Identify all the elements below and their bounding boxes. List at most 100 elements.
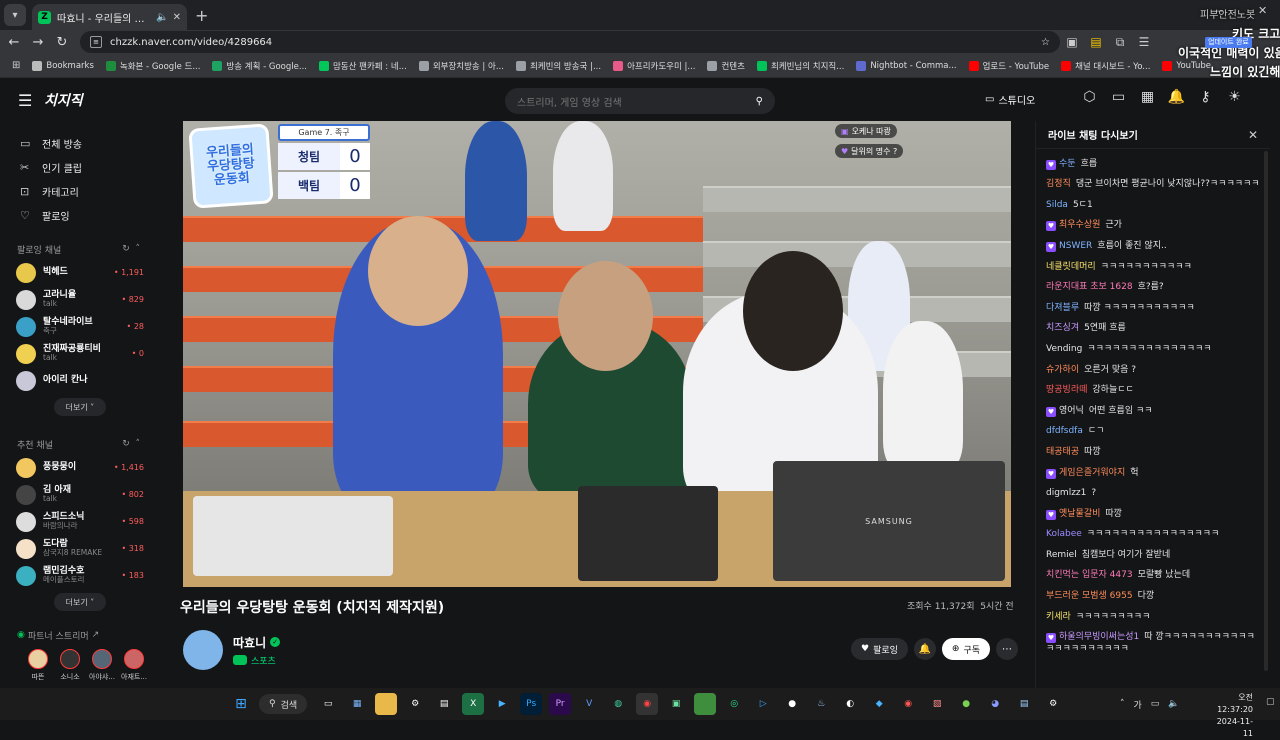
notification-center-icon[interactable]: ▢ [1266,697,1275,707]
partner-streamer[interactable]: 아재트... [118,649,150,682]
apps-grid-icon[interactable]: ⊞ [12,60,20,71]
sidebar-channel-item[interactable]: 램민김수호 메이플스토리 • 183 [0,562,160,589]
bookmark-item[interactable]: YouTube [1162,60,1211,72]
tab-close-icon[interactable]: ✕ [173,12,181,23]
reading-list-icon[interactable]: ☰ [1132,35,1156,49]
chat-username[interactable]: Vending [1046,344,1082,354]
chat-username[interactable]: NSWER [1059,241,1092,251]
sidebar-channel-item[interactable]: 도다람 삼국지8 REMAKE • 318 [0,535,160,562]
app-icon[interactable]: ◆ [868,693,890,715]
refresh-icon[interactable]: ↻ [122,244,130,254]
settings-gear-icon[interactable]: ⚙ [1042,693,1064,715]
window-close-icon[interactable]: ✕ [1258,4,1267,17]
sidebar-channel-item[interactable]: 진재짜공룡티비 talk • 0 [0,340,160,367]
vegas-icon[interactable]: V [578,693,600,715]
chevron-up-icon[interactable]: ˄ [1120,699,1125,709]
app-icon[interactable]: ◎ [723,693,745,715]
bookmark-item[interactable]: 외부장치방송 | 아... [418,60,504,72]
notepad-icon[interactable]: ▤ [1013,693,1035,715]
chat-username[interactable]: 땅공빙라떼 [1046,385,1087,395]
partner-streamer[interactable]: 따뜬 [22,649,54,682]
extension-icon[interactable]: ▣ [1060,35,1084,49]
search-icon[interactable]: ⚲ [756,96,763,107]
terminal-icon[interactable]: ▶ [491,693,513,715]
calculator-icon[interactable]: ▤ [433,693,455,715]
category-tag[interactable]: 스포츠 [233,654,280,667]
bookmark-item[interactable]: 방송 계획 - Google... [212,60,307,72]
taskbar-search[interactable]: ⚲ 검색 [259,694,308,714]
network-icon[interactable]: ▭ [1151,699,1160,709]
sidebar-channel-item[interactable]: 아이리 칸나 [0,367,160,394]
chat-username[interactable]: 치킨먹는 입문자 4473 [1046,570,1133,580]
premiere-icon[interactable]: Pr [549,693,572,715]
following-more-button[interactable]: 더보기 ˅ [54,398,106,416]
chat-scrollbar[interactable] [1264,151,1268,671]
volume-icon[interactable]: 🔈 [1168,699,1179,709]
following-button[interactable]: ♥ 팔로잉 [851,638,908,660]
sidebar-nav-item[interactable]: ♡ 팔로잉 [0,203,160,227]
bookmark-item[interactable]: 아프리카도우미 |... [613,60,695,72]
sidebar-nav-item[interactable]: ▭ 전체 방송 [0,131,160,155]
site-info-icon[interactable]: ≡ [90,36,102,48]
chat-username[interactable]: digmlzz1 [1046,488,1086,498]
chat-username[interactable]: 라운지대표 초보 1628 [1046,282,1133,292]
bookmark-item[interactable]: Bookmarks [32,60,94,72]
bookmark-item[interactable]: 최케빈님의 치지직... [756,60,844,72]
sidebar-nav-item[interactable]: ⊡ 카테고리 [0,179,160,203]
chrome-icon[interactable]: ◉ [636,693,659,715]
photoshop-icon[interactable]: Ps [520,693,543,715]
chat-username[interactable]: 수둔 [1059,159,1076,169]
chat-username[interactable]: 최우수상원 [1059,220,1100,230]
chat-username[interactable]: 영어닉 [1059,406,1084,416]
sidebar-nav-item[interactable]: ✂ 인기 클립 [0,155,160,179]
tab-search-button[interactable]: ▾ [4,4,26,26]
chat-username[interactable]: 슈가하이 [1046,365,1079,375]
address-bar[interactable]: ≡ chzzk.naver.com/video/4289664 ☆ [80,31,1060,53]
excel-icon[interactable]: X [462,693,485,715]
chat-username[interactable]: dfdfsdfa [1046,426,1083,436]
search-input[interactable]: 스트리머, 게임 영상 검색 ⚲ [505,88,775,114]
chat-close-icon[interactable]: ✕ [1248,128,1258,142]
new-tab-button[interactable]: + [195,6,208,25]
minecraft-icon[interactable] [694,693,717,715]
channel-name[interactable]: 따효니 [233,634,266,651]
more-options-button[interactable]: ⋯ [996,638,1019,660]
app-icon[interactable]: ▧ [926,693,948,715]
cheese-icon[interactable]: ⬡ [1075,89,1104,105]
sidebar-channel-item[interactable]: 빅헤드 • 1,191 [0,259,160,286]
notification-bell-icon[interactable]: 🔔 [1162,89,1191,105]
bookmark-star-icon[interactable]: ☆ [1041,37,1050,48]
back-arrow-icon[interactable]: ← [2,35,26,50]
partner-streamer[interactable]: 소니소 [54,649,86,682]
bookmark-item[interactable]: 맘동산 팬카페 : 네... [318,60,407,72]
sidebar-channel-item[interactable]: 풍뭉뭉이 • 1,416 [0,454,160,481]
bookmark-item[interactable]: 최케빈의 방송국 |... [515,60,601,72]
file-explorer-icon[interactable] [375,693,398,715]
speaker-icon[interactable]: 🔈 [156,12,168,23]
settings-app-icon[interactable]: ⚙ [404,693,426,715]
calendar-icon[interactable]: ▦ [1133,89,1162,105]
bookmark-item[interactable]: 녹화본 - Google 드... [105,60,200,72]
chat-username[interactable]: 네클릿데머리 [1046,262,1096,272]
sidebar-channel-item[interactable]: 고라니율 talk • 829 [0,286,160,313]
chevron-up-icon[interactable]: ˄ [136,244,141,254]
subscribe-button[interactable]: ⊕ 구독 [941,638,991,660]
chat-username[interactable]: 다져블루 [1046,303,1079,313]
chat-username[interactable]: 김정직 [1046,179,1071,189]
chat-username[interactable]: 키세라 [1046,612,1071,622]
chat-username[interactable]: Remiel [1046,550,1077,560]
chat-username[interactable]: 옛날물갈비 [1059,509,1100,519]
partner-streamer[interactable]: 아야샤... [86,649,118,682]
chevron-up-icon[interactable]: ˄ [136,439,141,449]
chat-username[interactable]: 게임은즐거워야지 [1059,468,1125,478]
app-icon[interactable]: ▣ [665,693,687,715]
sidebar-channel-item[interactable]: 스피드소닉 바람의나라 • 598 [0,508,160,535]
channel-avatar[interactable] [183,630,223,670]
forward-arrow-icon[interactable]: → [26,35,50,50]
app-icon[interactable]: ◐ [839,693,861,715]
clock[interactable]: 오전 12:37:20 2024-11-11 [1207,692,1253,740]
bookmark-item[interactable]: Nightbot - Comma... [856,60,957,72]
discord-icon[interactable]: ◕ [984,693,1006,715]
steam-icon[interactable]: ♨ [810,693,832,715]
bookmark-item[interactable]: 채널 대시보드 - Yo... [1061,60,1150,72]
